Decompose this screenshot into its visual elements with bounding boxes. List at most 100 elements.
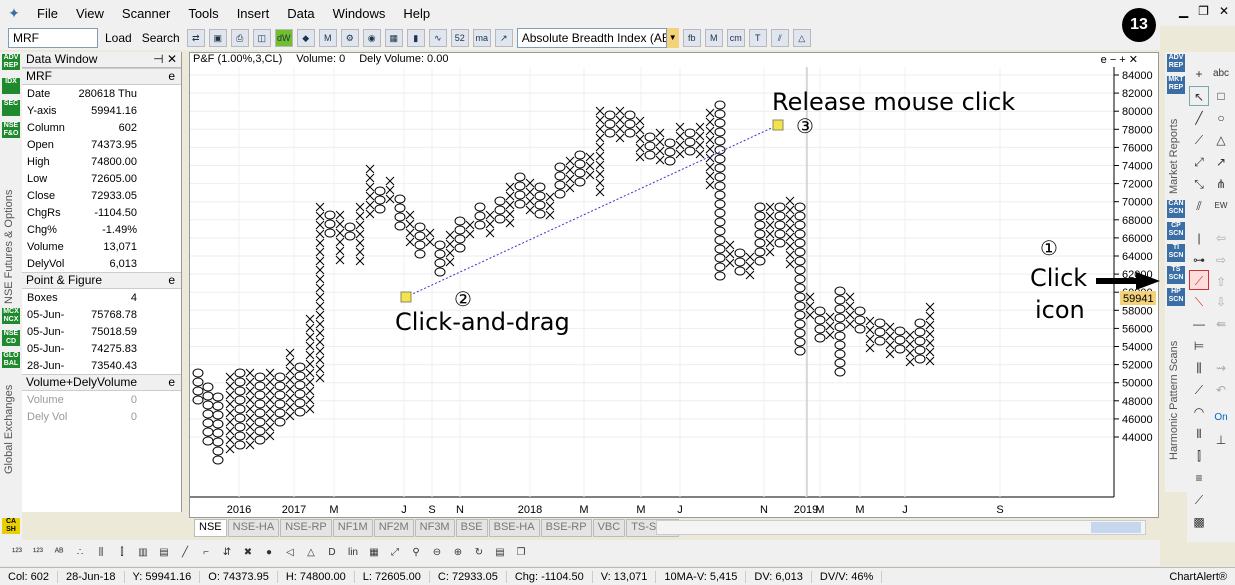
extended-line-icon[interactable]: ⤡ [1189, 174, 1209, 194]
nse-fo-button[interactable]: NSE F&O [2, 122, 20, 138]
channel-icon[interactable]: ⫽ [1189, 196, 1209, 216]
pnf-chart[interactable]: 84000 82000 80000 78000 76000 74000 72000 70000… [189, 52, 1159, 518]
menu-view[interactable]: View [67, 6, 113, 21]
mcx-button[interactable]: MCX NCX [2, 308, 20, 324]
restore-icon[interactable]: ❐ [1198, 4, 1209, 18]
pitchfork-icon[interactable]: ⋔ [1211, 174, 1231, 194]
fib-lines-icon[interactable]: ≡ [1189, 468, 1209, 488]
cross-icon[interactable]: ✖ [239, 544, 257, 562]
cycle-icon[interactable]: ⫴ [1189, 424, 1209, 444]
arrow-left-icon[interactable]: ◁ [281, 544, 299, 562]
d-icon[interactable]: D [323, 544, 341, 562]
ti-scn-button[interactable]: TI SCN [1167, 244, 1185, 262]
angle-line-45-icon[interactable]: ⟋ [1189, 270, 1209, 290]
diamond-icon[interactable]: ◆ [296, 29, 315, 47]
ray-icon[interactable]: ⤢ [1189, 152, 1209, 172]
idx-button[interactable]: IDX [2, 78, 20, 94]
m-icon[interactable]: M [318, 29, 337, 47]
angle-line-n45-icon[interactable]: ⟍ [1189, 292, 1209, 312]
tab-nse-ha[interactable]: NSE-HA [227, 519, 280, 537]
dot-icon[interactable]: ● [260, 544, 278, 562]
ew-icon[interactable]: EW [1211, 196, 1231, 216]
line-chart-icon[interactable]: ╱ [176, 544, 194, 562]
tab-nf3m[interactable]: NF3M [414, 519, 455, 537]
on-toggle[interactable]: On [1211, 408, 1231, 428]
pin-icon[interactable]: ⊣ ✕ [153, 52, 177, 67]
next-icon[interactable]: ⇨ [1211, 250, 1231, 270]
triangle-icon[interactable]: △ [792, 29, 811, 47]
trend-icon[interactable]: ↗ [494, 29, 513, 47]
vertical-line-icon[interactable]: | [1189, 228, 1209, 248]
zoom-in-icon[interactable]: ⊕ [449, 544, 467, 562]
sl-line-icon[interactable]: ⟋ [1189, 130, 1209, 150]
fibo-icon[interactable]: fb [682, 29, 701, 47]
menu-insert[interactable]: Insert [228, 6, 279, 21]
menu-scanner[interactable]: Scanner [113, 6, 179, 21]
spread-icon[interactable]: ⇵ [218, 544, 236, 562]
globe-icon[interactable]: ◉ [362, 29, 381, 47]
back-icon[interactable]: ⇚ [1211, 314, 1231, 334]
nse-cd-button[interactable]: NSE CD [2, 330, 20, 346]
text-abc-icon[interactable]: abc [1211, 64, 1231, 84]
search-button[interactable]: Search [139, 31, 183, 45]
tab-nf2m[interactable]: NF2M [373, 519, 414, 537]
can-scn-button[interactable]: CAN SCN [1167, 200, 1185, 218]
scroll-thumb[interactable] [1091, 522, 1141, 533]
undo-icon[interactable]: ↶ [1211, 380, 1231, 400]
tri-icon[interactable]: △ [302, 544, 320, 562]
down-icon[interactable]: ⇩ [1211, 292, 1231, 312]
time-zones-icon[interactable]: ⫿ [1189, 446, 1209, 466]
expand-icon[interactable]: e [168, 69, 175, 84]
save-icon[interactable]: ▣ [208, 29, 227, 47]
global-button[interactable]: GLO BAL [2, 352, 20, 368]
tab-nf1m[interactable]: NF1M [332, 519, 373, 537]
refresh-icon[interactable]: ↻ [470, 544, 488, 562]
fib-fan-icon[interactable]: ⊨ [1189, 336, 1209, 356]
candle-icon[interactable]: ⫿ [113, 544, 131, 562]
cash-button[interactable]: CA SH [2, 518, 20, 534]
bars-icon[interactable]: ⫼ [92, 544, 110, 562]
copy-icon[interactable]: ❐ [512, 544, 530, 562]
cp-scn-button[interactable]: CP SCN [1167, 222, 1185, 240]
prev-icon[interactable]: ⇦ [1211, 228, 1231, 248]
tab-vbc[interactable]: VBC [592, 519, 626, 537]
zoom-out-icon[interactable]: ⊖ [428, 544, 446, 562]
horizontal-line-icon[interactable]: ⊶ [1189, 250, 1209, 270]
adv-rep-r-button[interactable]: ADV REP [1167, 54, 1185, 72]
menu-file[interactable]: File [28, 6, 67, 21]
arc-icon[interactable]: ◠ [1189, 402, 1209, 422]
indicator-select[interactable]: Absolute Breadth Index (ABI [516, 28, 667, 48]
ellipse-icon[interactable]: ○ [1211, 108, 1231, 128]
zoom-fit-icon[interactable]: ⤢ [386, 544, 404, 562]
grid-icon[interactable]: ▦ [384, 29, 403, 47]
expand-icon[interactable]: e [168, 375, 175, 390]
grid-tool-icon[interactable]: ▩ [1189, 512, 1209, 532]
app-logo-icon[interactable]: ✦ [0, 5, 28, 22]
reset-icon[interactable]: ⊥ [1211, 430, 1231, 450]
ma-icon[interactable]: ma [472, 29, 491, 47]
dots-icon[interactable]: ∴ [71, 544, 89, 562]
section-pf[interactable]: Point & Figure [26, 273, 102, 288]
lin-icon[interactable]: lin [344, 544, 362, 562]
dw-icon[interactable]: dW [274, 29, 293, 47]
menu-help[interactable]: Help [394, 6, 439, 21]
triangle-tool-icon[interactable]: △ [1211, 130, 1231, 150]
fan-icon[interactable]: ⫽ [770, 29, 789, 47]
pointer-icon[interactable]: ↖ [1189, 86, 1209, 106]
adv-rep-button[interactable]: ADV REP [2, 54, 20, 70]
menu-data[interactable]: Data [278, 6, 323, 21]
menu-tools[interactable]: Tools [179, 6, 227, 21]
tas-icon[interactable]: T [748, 29, 767, 47]
tab-nse-rp[interactable]: NSE-RP [280, 519, 332, 537]
hp-scn-button[interactable]: HP SCN [1167, 288, 1185, 306]
hline-icon[interactable]: — [1189, 314, 1209, 334]
horizontal-scrollbar[interactable] [656, 520, 1146, 535]
tab-nse[interactable]: NSE [194, 519, 227, 537]
symbol-input[interactable]: MRF [8, 28, 98, 48]
minimize-icon[interactable]: ▁ [1179, 4, 1188, 18]
mkt-rep-button[interactable]: MKT REP [1167, 76, 1185, 94]
clear-icon[interactable]: ⇝ [1211, 358, 1231, 378]
doc-icon[interactable]: ▤ [491, 544, 509, 562]
table-icon[interactable]: ▦ [365, 544, 383, 562]
tab-bse-ha[interactable]: BSE-HA [488, 519, 540, 537]
